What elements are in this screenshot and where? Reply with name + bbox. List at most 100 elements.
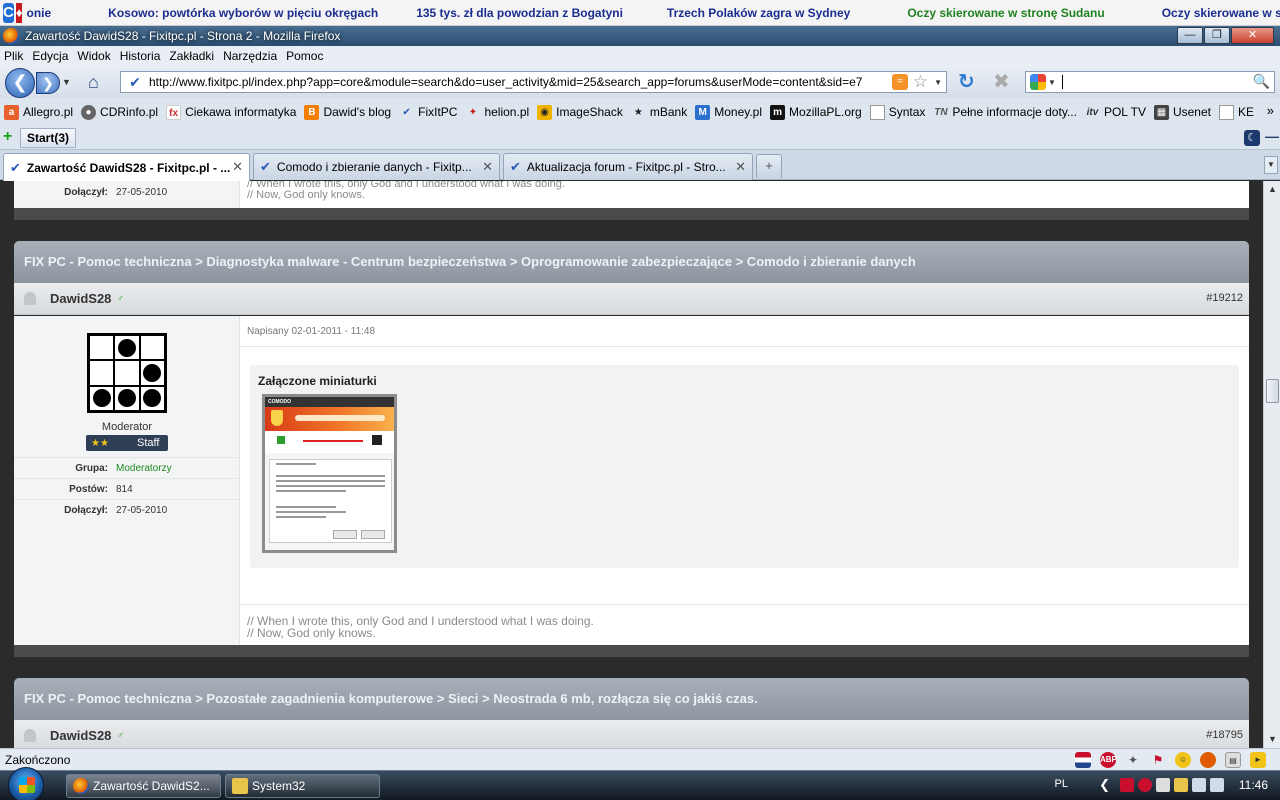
ticker-item[interactable]: onie <box>22 6 70 20</box>
bookmark-usenet[interactable]: ▦ Usenet <box>1153 104 1211 120</box>
history-dropdown-icon[interactable]: ▼ <box>62 77 71 87</box>
back-button[interactable]: ❮ <box>5 68 35 98</box>
bookmark-pol-tv[interactable]: itv POL TV <box>1085 105 1146 120</box>
language-indicator[interactable]: PL <box>1055 778 1068 790</box>
ticker-logo-icon[interactable]: C <box>3 2 14 23</box>
search-icon[interactable]: 🔍 <box>1253 73 1270 90</box>
close-tab-icon[interactable]: ✕ <box>735 159 746 175</box>
post-number[interactable]: #18795 <box>1206 729 1243 741</box>
flag-icon[interactable] <box>1075 752 1091 768</box>
ticker-item[interactable]: Oczy skierowane w stronę Sudanu <box>1124 6 1280 20</box>
bookmark-allegro[interactable]: a Allegro.pl <box>4 104 73 120</box>
bookmark-imageshack[interactable]: ◉ ImageShack <box>537 104 623 120</box>
group-label: Grupa: <box>75 463 108 474</box>
bookmark-dawids-blog[interactable]: B Dawid's blog <box>304 104 391 120</box>
post-breadcrumb[interactable]: FIX PC - Pomoc techniczna > Pozostałe za… <box>14 678 1249 720</box>
close-window-button[interactable]: ✕ <box>1231 27 1274 44</box>
tray-icon[interactable] <box>1174 778 1188 792</box>
page-icon[interactable]: ▤ <box>1225 752 1241 768</box>
post-author-name[interactable]: DawidS28 <box>50 291 111 306</box>
bookmark-ke[interactable]: KE <box>1219 104 1254 120</box>
ticker-item[interactable]: Oczy skierowane w stronę Sudanu <box>869 6 1123 20</box>
bookmark-mbank[interactable]: ★ mBank <box>631 105 687 120</box>
smiley-icon[interactable]: ☺ <box>1175 752 1191 768</box>
windows-start-button[interactable] <box>8 767 44 800</box>
bookmark-label: Pełne informacje doty... <box>952 105 1077 119</box>
close-tab-icon[interactable]: ✕ <box>482 159 493 175</box>
flag-icon[interactable]: ⚑ <box>1150 752 1166 768</box>
attachment-thumbnail[interactable]: COMODO <box>262 394 397 553</box>
stop-icon[interactable]: ✖ <box>993 70 1010 94</box>
post-author-name[interactable]: DawidS28 <box>50 728 111 743</box>
tab-comodo[interactable]: ✔ Comodo i zbieranie danych - Fixitp... … <box>253 153 500 180</box>
url-input[interactable]: http://www.fixitpc.pl/index.php?app=core… <box>149 75 889 89</box>
search-engine-dropdown-icon[interactable]: ▼ <box>1048 78 1056 87</box>
menu-widok[interactable]: Widok <box>77 49 110 63</box>
user-icon <box>24 729 36 742</box>
search-bar[interactable]: ▼ 🔍 <box>1025 71 1275 93</box>
add-icon[interactable]: + <box>3 129 12 145</box>
firefox-icon <box>3 28 19 44</box>
menu-historia[interactable]: Historia <box>120 49 161 63</box>
tab-aktualizacja[interactable]: ✔ Aktualizacja forum - Fixitpc.pl - Stro… <box>503 153 753 180</box>
bookmark-helion[interactable]: ✦ helion.pl <box>465 105 529 120</box>
start-button[interactable]: Start(3) <box>20 128 77 148</box>
taskbar-explorer-window[interactable]: System32 <box>225 774 380 798</box>
google-icon[interactable] <box>1030 74 1046 90</box>
bookmark-cdrinfo[interactable]: ● CDRinfo.pl <box>81 104 158 120</box>
reload-icon[interactable]: ↻ <box>958 70 975 94</box>
close-tab-icon[interactable]: ✕ <box>232 159 243 175</box>
bookmarks-overflow-chevron-icon[interactable]: » <box>1267 103 1274 118</box>
forward-button[interactable]: ❯ <box>36 72 60 94</box>
security-tray-icon[interactable] <box>1120 778 1134 792</box>
network-icon[interactable] <box>1192 778 1206 792</box>
show-hidden-icons-chevron-icon[interactable]: ❮ <box>1099 777 1110 793</box>
tools-icon[interactable]: ✦ <box>1125 752 1141 768</box>
ticker-item[interactable]: 135 tys. zł dla powodzian z Bogatyni <box>397 6 642 20</box>
comodo-tray-icon[interactable] <box>1138 778 1152 792</box>
vertical-scrollbar[interactable]: ▲ ▼ <box>1263 181 1280 748</box>
bookmark-syntax[interactable]: Syntax <box>869 104 925 120</box>
scrollbar-thumb[interactable] <box>1266 379 1279 403</box>
bookmark-star-icon[interactable]: ☆ <box>913 72 928 92</box>
search-input[interactable] <box>1061 75 1063 89</box>
bookmark-fixitpc[interactable]: ✔ FixItPC <box>399 105 457 120</box>
bookmark-pelne-informacje[interactable]: TN Pełne informacje doty... <box>933 105 1077 120</box>
tab-list-dropdown-icon[interactable]: ▼ <box>1264 156 1278 174</box>
url-dropdown-icon[interactable]: ▼ <box>934 78 942 87</box>
group-value[interactable]: Moderatorzy <box>116 463 172 474</box>
window-title-bar[interactable]: Zawartość DawidS28 - Fixitpc.pl - Strona… <box>0 26 1280 46</box>
firefox-icon[interactable] <box>1200 752 1216 768</box>
post-number[interactable]: #19212 <box>1206 292 1243 304</box>
menu-zakladki[interactable]: Zakładki <box>169 49 214 63</box>
clock[interactable]: 11:46 <box>1239 778 1268 792</box>
post-breadcrumb[interactable]: FIX PC - Pomoc techniczna > Diagnostyka … <box>14 241 1249 283</box>
ticker-item[interactable]: Trzech Polaków zagra w Sydney <box>642 6 869 20</box>
scroll-down-icon[interactable]: ▼ <box>1266 733 1279 746</box>
address-bar[interactable]: ✔ http://www.fixitpc.pl/index.php?app=co… <box>120 71 947 93</box>
adblock-icon[interactable]: ABP <box>1100 752 1117 768</box>
scroll-up-icon[interactable]: ▲ <box>1266 183 1279 196</box>
avatar[interactable] <box>87 333 167 413</box>
menu-plik[interactable]: Plik <box>4 49 23 63</box>
new-tab-button[interactable]: + <box>756 154 782 178</box>
taskbar-firefox-window[interactable]: Zawartość DawidS2... <box>66 774 221 798</box>
moon-icon[interactable]: ☾ <box>1244 130 1260 146</box>
bookmark-money[interactable]: M Money.pl <box>695 104 762 120</box>
thumbnail-flow <box>265 431 394 453</box>
restore-button[interactable]: ❐ <box>1204 27 1230 44</box>
bookmark-ciekawa-informatyka[interactable]: fx Ciekawa informatyka <box>166 104 296 120</box>
home-icon[interactable]: ⌂ <box>88 73 99 91</box>
ticker-item[interactable]: Kosowo: powtórka wyborów w pięciu okręga… <box>70 6 397 20</box>
tab-zawartosc[interactable]: ✔ Zawartość DawidS28 - Fixitpc.pl - ... … <box>3 153 250 181</box>
menu-pomoc[interactable]: Pomoc <box>286 49 323 63</box>
addon-icon[interactable]: ► <box>1250 752 1266 768</box>
bookmark-mozillapl[interactable]: m MozillaPL.org <box>770 104 862 120</box>
volume-icon[interactable] <box>1210 778 1224 792</box>
rss-icon[interactable]: ≈ <box>892 74 908 90</box>
tray-icon[interactable] <box>1156 778 1170 792</box>
minimize-button[interactable]: — <box>1177 27 1203 44</box>
collapse-icon[interactable]: — <box>1265 129 1279 144</box>
menu-narzedzia[interactable]: Narzędzia <box>223 49 277 63</box>
menu-edycja[interactable]: Edycja <box>32 49 68 63</box>
